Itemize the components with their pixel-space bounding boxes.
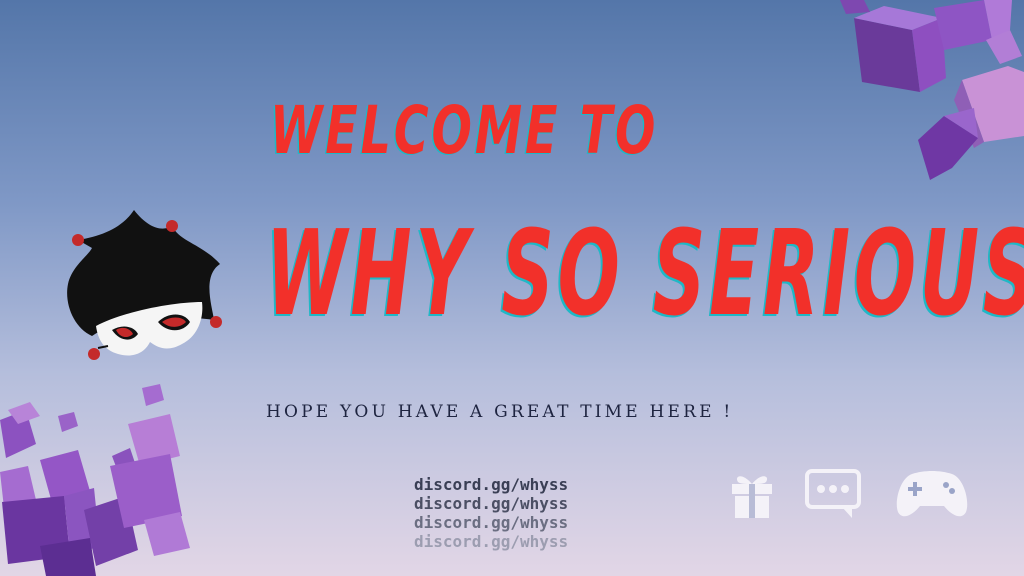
discord-link[interactable]: discord.gg/whyss bbox=[414, 532, 568, 551]
discord-link[interactable]: discord.gg/whyss bbox=[414, 513, 568, 532]
gift-icon bbox=[732, 476, 772, 518]
purple-cubes-top-right bbox=[840, 0, 1024, 180]
server-title: WHY SO SERIOUS bbox=[266, 204, 1024, 342]
chat-bubble-icon bbox=[805, 469, 861, 518]
feature-icons bbox=[730, 468, 970, 520]
gamepad-icon bbox=[896, 471, 968, 517]
discord-links: discord.gg/whyss discord.gg/whyss discor… bbox=[414, 475, 568, 551]
tagline: HOPE YOU HAVE A GREAT TIME HERE ! bbox=[266, 402, 734, 422]
purple-cubes-bottom-left bbox=[0, 384, 190, 576]
welcome-heading: WELCOME TO bbox=[270, 92, 659, 169]
jester-hat-mask-logo bbox=[67, 210, 222, 360]
discord-link[interactable]: discord.gg/whyss bbox=[414, 494, 568, 513]
discord-link[interactable]: discord.gg/whyss bbox=[414, 475, 568, 494]
